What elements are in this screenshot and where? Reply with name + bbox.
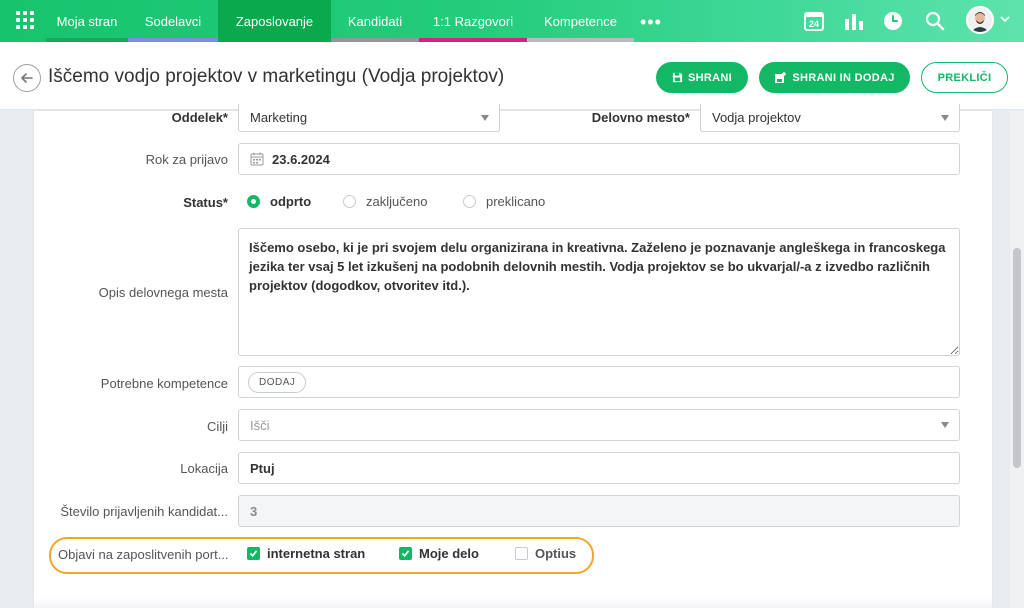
- nav-tab-label: Kompetence: [544, 13, 617, 29]
- department-select[interactable]: Marketing: [238, 104, 500, 132]
- nav-tab-kandidati[interactable]: Kandidati: [331, 0, 419, 42]
- back-button[interactable]: [13, 64, 41, 92]
- checkbox-checked-icon: [399, 547, 412, 560]
- cancel-button[interactable]: PREKLIČI: [921, 62, 1008, 93]
- publish-option-label: internetna stran: [267, 546, 366, 561]
- nav-tab-razgovori[interactable]: 1:1 Razgovori: [419, 0, 527, 42]
- nav-tab-moja-stran[interactable]: Moja stran: [46, 0, 128, 42]
- job-form-card: [34, 111, 992, 608]
- status-label: Status*: [183, 195, 228, 210]
- position-select[interactable]: Vodja projektov: [700, 104, 960, 132]
- avatar[interactable]: [966, 6, 994, 34]
- nav-tab-sodelavci[interactable]: Sodelavci: [128, 0, 218, 42]
- nav-tab-label: Zaposlovanje: [235, 13, 314, 29]
- save-button[interactable]: SHRANI: [656, 62, 748, 93]
- floppy-disk-icon: [672, 72, 683, 83]
- radio-selected-icon: [247, 195, 260, 208]
- nav-tab-label: Moja stran: [56, 13, 118, 29]
- location-value: Ptuj: [250, 460, 275, 476]
- more-menu-icon[interactable]: •••: [640, 12, 662, 33]
- radio-empty-icon: [343, 195, 356, 208]
- add-competence-button[interactable]: DODAJ: [248, 371, 307, 393]
- floppy-disk-plus-icon: [775, 71, 787, 83]
- department-value: Marketing: [250, 110, 308, 125]
- goals-placeholder: Išči: [250, 417, 270, 433]
- search-icon[interactable]: [924, 10, 946, 32]
- description-textarea[interactable]: Iščemo osebo, ki je pri svojem delu orga…: [238, 228, 960, 356]
- page-header: Iščemo vodjo projektov v marketingu (Vod…: [0, 42, 1024, 110]
- applicants-count-value: 3: [250, 503, 258, 519]
- deadline-date-input[interactable]: 23.6.2024: [238, 143, 960, 175]
- caret-down-icon: [941, 422, 949, 428]
- clock-icon[interactable]: [882, 10, 904, 32]
- publish-checkbox-moje-delo[interactable]: Moje delo: [399, 546, 479, 561]
- nav-tab-label: Sodelavci: [144, 13, 202, 29]
- department-label: Oddelek*: [171, 110, 228, 125]
- deadline-label: Rok za prijavo: [145, 152, 228, 167]
- location-input[interactable]: Ptuj: [238, 452, 960, 484]
- save-and-add-button-label: SHRANI IN DODAJ: [792, 71, 895, 84]
- publish-option-label: Optius: [535, 546, 577, 561]
- status-radio-open[interactable]: odprto: [247, 194, 311, 209]
- status-radio-closed[interactable]: zaključeno: [343, 194, 427, 209]
- nav-tab-label: Kandidati: [347, 13, 403, 29]
- applicants-count-label: Število prijavljenih kandidat...: [60, 504, 228, 519]
- page-title: Iščemo vodjo projektov v marketingu (Vod…: [48, 66, 505, 87]
- calendar-icon: [250, 152, 264, 166]
- card-bottom-fade: [34, 598, 992, 608]
- calendar-icon[interactable]: 24: [803, 10, 825, 32]
- scrollbar-thumb[interactable]: [1013, 248, 1021, 468]
- nav-tab-kompetence[interactable]: Kompetence: [527, 0, 634, 42]
- applicants-count-field: 3: [238, 495, 960, 527]
- caret-down-icon: [481, 114, 489, 121]
- caret-down-icon: [941, 114, 949, 121]
- arrow-left-icon: [21, 73, 33, 83]
- deadline-value: 23.6.2024: [272, 151, 330, 167]
- publish-option-label: Moje delo: [419, 546, 479, 561]
- publish-checkbox-website[interactable]: internetna stran: [247, 546, 365, 561]
- checkbox-checked-icon: [247, 547, 260, 560]
- publish-checkbox-optius[interactable]: Optius: [515, 546, 576, 561]
- bar-chart-icon[interactable]: [843, 10, 865, 32]
- checkbox-empty-icon: [515, 547, 528, 560]
- status-option-label: odprto: [270, 194, 312, 209]
- publish-portals-label: Objavi na zaposlitvenih port...: [58, 547, 229, 562]
- nav-tab-label: 1:1 Razgovori: [432, 13, 514, 29]
- position-label: Delovno mesto*: [591, 110, 690, 125]
- competences-field: DODAJ: [238, 366, 960, 398]
- nav-tab-zaposlovanje[interactable]: Zaposlovanje: [218, 0, 331, 42]
- save-button-label: SHRANI: [688, 71, 732, 84]
- status-option-label: preklicano: [486, 194, 546, 209]
- top-navigation: Moja stran Sodelavci Zaposlovanje Kandid…: [0, 0, 1024, 42]
- radio-empty-icon: [463, 195, 476, 208]
- apps-grid-icon[interactable]: [16, 11, 34, 29]
- status-radio-cancelled[interactable]: preklicano: [463, 194, 545, 209]
- goals-label: Cilji: [207, 419, 228, 434]
- status-option-label: zaključeno: [366, 194, 428, 209]
- position-value: Vodja projektov: [712, 110, 801, 125]
- competences-label: Potrebne kompetence: [100, 376, 228, 391]
- location-label: Lokacija: [180, 461, 228, 476]
- calendar-day: 24: [809, 19, 819, 29]
- save-and-add-button[interactable]: SHRANI IN DODAJ: [759, 62, 910, 93]
- cancel-button-label: PREKLIČI: [937, 71, 992, 84]
- chevron-down-icon[interactable]: [998, 12, 1012, 26]
- goals-search-select[interactable]: Išči: [238, 409, 960, 441]
- description-label: Opis delovnega mesta: [98, 285, 228, 300]
